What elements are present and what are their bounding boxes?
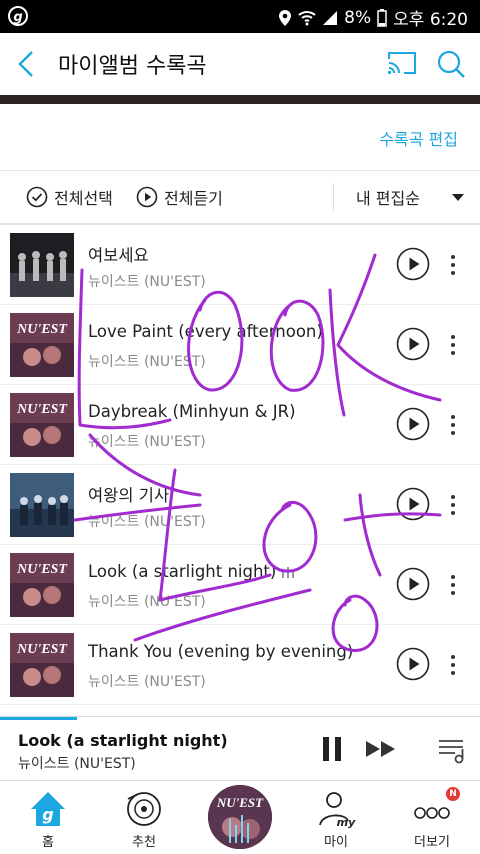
more-options-icon[interactable] [446,572,460,598]
battery-icon [377,8,387,27]
toolbar-separator [333,183,334,211]
play-button[interactable] [396,327,430,361]
svg-text:NU'EST: NU'EST [16,322,68,337]
album-thumbnail: NU'EST [10,313,74,377]
play-all-button[interactable]: 전체듣기 [136,185,223,209]
song-list: 여보세요 뉴이스트 (NU'EST) NU'EST Love Paint (ev… [0,225,480,705]
more-options-icon[interactable] [446,412,460,438]
play-button[interactable] [396,247,430,281]
cast-icon[interactable] [386,50,418,76]
album-thumbnail: NU'EST [10,553,74,617]
svg-text:my: my [337,816,356,829]
playlist-icon[interactable] [437,735,467,765]
song-row[interactable]: 여왕의 기사 뉴이스트 (NU'EST) [0,465,480,545]
nav-my[interactable]: my 마이 [288,781,384,854]
mini-player-title: Look (a starlight night) [18,731,228,750]
check-circle-icon [26,186,48,208]
status-bar: g 8% 오후 6:20 [0,0,480,33]
nav-more[interactable]: N 더보기 [384,781,480,854]
song-row[interactable]: NU'EST Thank You (evening by evening) 뉴이… [0,625,480,705]
album-thumbnail: NU'EST [10,633,74,697]
song-artist: 뉴이스트 (NU'EST) [88,514,206,530]
page-title: 마이앨범 수록곡 [58,54,207,79]
album-thumbnail: NU'EST [10,393,74,457]
play-button[interactable] [396,487,430,521]
sort-dropdown[interactable]: 내 편집순 [356,185,466,209]
now-playing-album-disc[interactable]: NU'EST [208,785,272,849]
signal-icon [323,10,338,25]
song-title: 여보세요 [88,246,149,265]
song-artist: 뉴이스트 (NU'EST) [88,354,206,370]
select-all-button[interactable]: 전체선택 [26,185,113,209]
nav-home[interactable]: g 홈 [0,781,96,854]
song-row[interactable]: NU'EST Daybreak (Minhyun & JR) 뉴이스트 (NU'… [0,385,480,465]
song-row[interactable]: 여보세요 뉴이스트 (NU'EST) [0,225,480,305]
nav-recommend-label: 추천 [132,835,156,850]
more-options-icon[interactable] [446,252,460,278]
song-title: Look (a starlight night) [88,562,295,581]
song-artist: 뉴이스트 (NU'EST) [88,674,206,690]
mini-player-artist: 뉴이스트 (NU'EST) [18,756,136,772]
now-playing-equalizer-icon [282,566,295,578]
nav-more-label: 더보기 [414,835,450,850]
my-profile-icon: my [319,792,356,829]
svg-text:NU'EST: NU'EST [16,642,68,657]
sort-label: 내 편집순 [356,189,420,208]
song-artist: 뉴이스트 (NU'EST) [88,274,206,290]
select-all-label: 전체선택 [54,189,113,208]
play-button[interactable] [396,567,430,601]
nav-my-label: 마이 [324,835,348,850]
app-header: 마이앨범 수록곡 [0,33,480,95]
album-banner [0,95,480,104]
location-icon [279,9,292,26]
more-options-icon[interactable] [446,332,460,358]
app-logo-icon: g [8,6,28,26]
list-toolbar: 전체선택 전체듣기 내 편집순 [0,171,480,223]
album-thumbnail [10,473,74,537]
play-button[interactable] [396,407,430,441]
play-button[interactable] [396,647,430,681]
bottom-nav: g 홈 추천 NU'EST my 마이 N 더보기 [0,780,480,854]
edit-tracks-link[interactable]: 수록곡 편집 [379,126,458,150]
svg-text:g: g [42,805,53,824]
play-all-label: 전체듣기 [164,189,223,208]
more-options-icon[interactable] [446,492,460,518]
nav-home-label: 홈 [42,835,54,850]
next-track-button[interactable] [365,739,397,759]
recommend-disc-icon [127,792,161,826]
pause-button[interactable] [320,736,344,762]
song-artist: 뉴이스트 (NU'EST) [88,434,206,450]
playback-progress-bar[interactable] [0,717,77,720]
song-row-now-playing[interactable]: NU'EST Look (a starlight night) 뉴이스트 (NU… [0,545,480,625]
new-badge: N [446,787,460,801]
svg-text:NU'EST: NU'EST [216,795,264,810]
song-artist: 뉴이스트 (NU'EST) [88,594,206,610]
back-button[interactable] [12,49,42,79]
song-title: 여왕의 기사 [88,486,170,505]
clock: 오후 6:20 [393,10,468,30]
more-options-icon[interactable] [446,652,460,678]
svg-text:NU'EST: NU'EST [16,402,68,417]
song-row[interactable]: NU'EST Love Paint (every afternoon) 뉴이스트… [0,305,480,385]
mini-player[interactable]: Look (a starlight night) 뉴이스트 (NU'EST) [0,716,480,779]
svg-text:NU'EST: NU'EST [16,562,68,577]
song-title-text: Look (a starlight night) [88,562,277,581]
dropdown-arrow-icon [451,194,464,201]
wifi-icon [298,10,316,25]
song-title: Love Paint (every afternoon) [88,322,323,341]
play-circle-icon [136,186,158,208]
home-icon: g [31,792,65,826]
song-title: Daybreak (Minhyun & JR) [88,402,296,421]
search-icon[interactable] [436,49,466,79]
song-title: Thank You (evening by evening) [88,642,354,661]
nav-recommend[interactable]: 추천 [96,781,192,854]
album-thumbnail [10,233,74,297]
battery-percent: 8% [344,7,372,28]
